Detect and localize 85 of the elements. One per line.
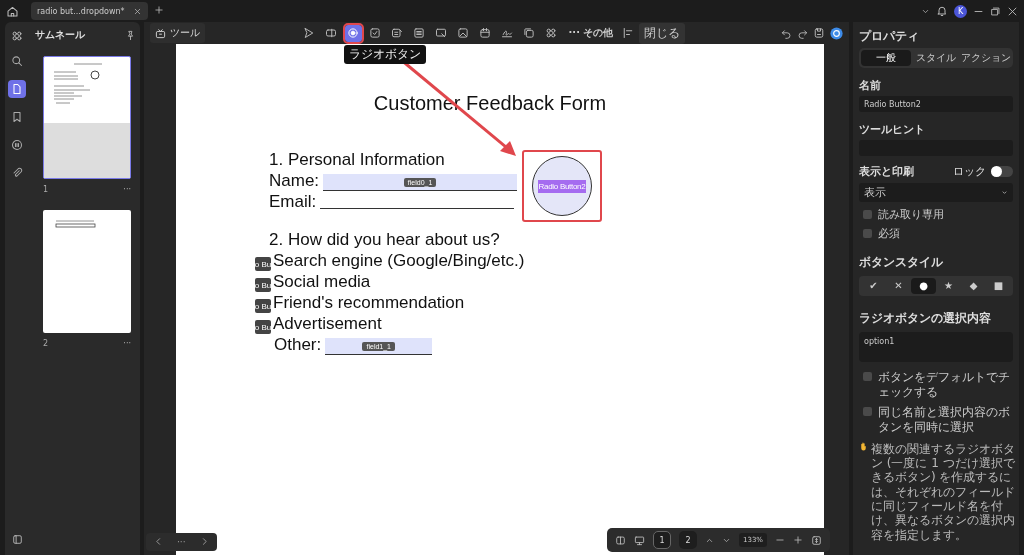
more-button[interactable]: ··· <box>123 185 131 194</box>
tooltip: ラジオボタン <box>344 45 426 64</box>
page-thumbnail[interactable] <box>43 56 131 179</box>
assistant-icon[interactable] <box>830 26 843 40</box>
align-icon[interactable] <box>622 27 635 39</box>
fit-page-icon[interactable] <box>811 534 822 546</box>
bell-icon[interactable] <box>936 5 948 17</box>
option-label: Advertisement <box>273 314 382 334</box>
caret-icon <box>1001 189 1008 196</box>
redo-icon[interactable] <box>797 27 808 39</box>
style-option[interactable]: ✕ <box>886 277 911 294</box>
close-icon[interactable] <box>132 6 142 16</box>
hand-icon <box>859 441 868 451</box>
more-button[interactable]: ··· <box>123 339 131 348</box>
properties-tab[interactable]: スタイル <box>911 50 961 66</box>
radio-button-widget[interactable]: Radio Button2 <box>522 150 602 222</box>
option-label: Search engine (Google/Bing/etc.) <box>273 251 525 271</box>
field-name-tag: o Bu <box>255 299 271 313</box>
style-option[interactable]: ✔ <box>861 277 886 294</box>
new-tab-icon[interactable] <box>153 5 164 15</box>
field-name-tag: o Bu <box>255 257 271 271</box>
properties-tab[interactable]: アクション <box>961 50 1011 66</box>
avatar[interactable]: K <box>954 4 967 18</box>
visibility-dropdown[interactable]: 表示 <box>859 183 1013 202</box>
checkbox-label: 読み取り専用 <box>878 208 944 222</box>
close-button[interactable]: 閉じる <box>639 22 686 44</box>
option-label: Social media <box>273 272 371 292</box>
page-button[interactable]: 1 <box>653 531 671 549</box>
page-button[interactable]: 2 <box>679 531 697 549</box>
style-option[interactable]: ★ <box>936 277 961 294</box>
checkbox[interactable] <box>863 228 872 238</box>
option-label: Friend's recommendation <box>273 293 465 313</box>
checkbox[interactable] <box>863 371 872 381</box>
field-name-tag: o Bu <box>255 320 271 334</box>
style-option[interactable]: ● <box>911 277 936 294</box>
field-name-tag: o Bu <box>255 278 271 292</box>
checkbox[interactable] <box>863 406 872 416</box>
style-option[interactable]: ■ <box>986 277 1011 294</box>
page-number: 2 <box>43 339 49 348</box>
toolbox-icon <box>155 27 166 39</box>
field-label: 名前 <box>859 78 882 93</box>
save-icon[interactable] <box>813 27 825 39</box>
monitor-icon[interactable] <box>634 534 645 546</box>
page-number: 1 <box>43 185 49 194</box>
radio-button-icon[interactable] <box>344 24 362 42</box>
home-icon[interactable] <box>6 4 19 18</box>
tools-button[interactable]: ツール <box>150 23 205 43</box>
pin-icon[interactable] <box>125 29 136 41</box>
hint-text: 複数の関連するラジオボタン (一度に 1 つだけ選択できるボタン) を作成するには、それぞれのフィールドに同じフィールド名を付け、異なるボタンの選択内容を指定します。 <box>871 441 1016 543</box>
undo-icon[interactable] <box>781 27 792 39</box>
name-field[interactable]: Radio Button2 <box>859 96 1013 112</box>
choice-field[interactable]: option1 <box>859 331 1013 362</box>
checkbox[interactable] <box>863 210 872 219</box>
section-heading: 1. Personal Information <box>269 150 445 170</box>
checkbox-label: 必須 <box>878 226 900 241</box>
lock-toggle[interactable] <box>991 166 1013 177</box>
field-label: Other: <box>274 335 322 355</box>
field-label: ラジオボタンの選択内容 <box>859 309 992 327</box>
page-thumbnail[interactable] <box>43 210 131 333</box>
lock-label: ロック <box>953 164 986 179</box>
field-label: 表示と印刷 <box>859 164 914 179</box>
previous-icon[interactable] <box>154 537 163 546</box>
panel-title: プロパティ <box>859 28 920 45</box>
field-label: Name: <box>269 171 320 191</box>
field-label: Email: <box>269 192 317 212</box>
restore-icon[interactable] <box>990 5 1001 17</box>
checkbox-label: 同じ名前と選択内容のボタンを同時に選択 <box>878 404 1011 435</box>
zoom-in-icon[interactable] <box>793 535 803 545</box>
document-tab[interactable]: radio but...dropdown* <box>31 2 148 20</box>
layout-icon[interactable] <box>615 534 626 546</box>
page-preview-drawing <box>55 220 96 228</box>
checkbox-label: ボタンをデフォルトでチェックする <box>878 369 1011 400</box>
more-button[interactable]: ··· <box>177 537 186 547</box>
field-label: ツールヒント <box>859 122 926 137</box>
page-icon[interactable] <box>8 80 26 98</box>
panel-title: サムネール <box>35 28 85 42</box>
field-label: ボタンスタイル <box>859 253 944 271</box>
more-button[interactable]: ··· その他 <box>564 26 618 40</box>
fill-in-line[interactable] <box>320 207 515 209</box>
close-icon[interactable] <box>1007 5 1018 17</box>
panel-icon[interactable] <box>11 534 23 545</box>
style-option[interactable]: ◆ <box>961 277 986 294</box>
section-heading: 2. How did you hear about us? <box>269 230 500 250</box>
properties-tab[interactable]: 一般 <box>861 50 911 66</box>
grid-icon[interactable] <box>11 30 23 42</box>
